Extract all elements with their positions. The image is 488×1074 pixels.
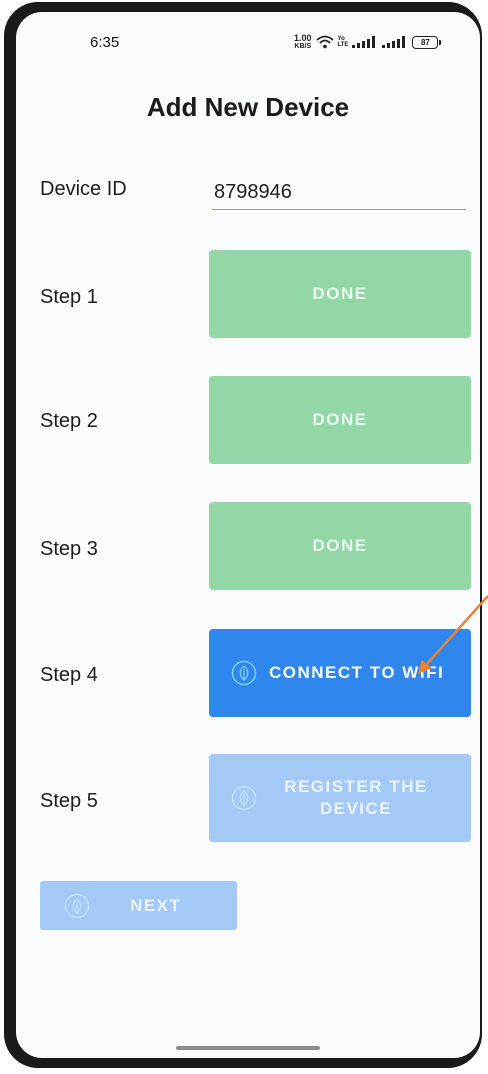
- status-time: 6:35: [90, 34, 120, 51]
- status-icons: 1.00 KB/S Yo LTE 87: [294, 33, 442, 51]
- register-device-label-line2: DEVICE: [319, 799, 393, 818]
- step-1-button-label: DONE: [312, 284, 368, 303]
- register-device-button[interactable]: REGISTER THE DEVICE: [209, 754, 471, 842]
- device-id-label: Device ID: [40, 178, 127, 200]
- network-speed: 1.00 KB/S: [294, 33, 312, 51]
- step-2-label: Step 2: [40, 410, 98, 432]
- step-5-label: Step 5: [40, 790, 98, 812]
- battery-icon: 87: [412, 35, 442, 49]
- volte-bottom: LTE: [337, 42, 349, 48]
- wifi-icon: [315, 35, 334, 49]
- signal-icon-sim1: [352, 36, 376, 48]
- step-2-done-button[interactable]: DONE: [209, 376, 471, 464]
- volte-indicator: Yo LTE: [338, 36, 349, 48]
- network-speed-unit: KB/S: [294, 43, 312, 50]
- connect-to-wifi-button[interactable]: CONNECT TO WIFI: [209, 629, 471, 717]
- home-indicator[interactable]: [176, 1046, 320, 1050]
- signal-icon-sim2: [382, 36, 406, 48]
- step-4-label: Step 4: [40, 664, 98, 686]
- device-id-input[interactable]: [212, 180, 466, 210]
- app-screen: 6:35 1.00 KB/S Yo LTE 87 Add New Device …: [16, 12, 480, 1058]
- register-device-label-line1: REGISTER THE: [284, 777, 428, 796]
- step-2-button-label: DONE: [312, 410, 368, 429]
- step-3-done-button[interactable]: DONE: [209, 502, 471, 590]
- network-speed-value: 1.00: [294, 33, 312, 43]
- leaf-icon: [231, 660, 257, 686]
- step-3-button-label: DONE: [312, 536, 368, 555]
- step-3-label: Step 3: [40, 538, 98, 560]
- page-title: Add New Device: [146, 92, 350, 122]
- connect-to-wifi-label: CONNECT TO WIFI: [269, 663, 445, 682]
- next-button[interactable]: NEXT: [40, 881, 237, 930]
- leaf-icon: [231, 785, 257, 811]
- phone-frame: 6:35 1.00 KB/S Yo LTE 87 Add New Device …: [4, 2, 482, 1068]
- leaf-icon: [64, 893, 90, 918]
- register-device-label: REGISTER THE DEVICE: [269, 776, 471, 820]
- status-bar: 6:35 1.00 KB/S Yo LTE 87: [16, 12, 480, 72]
- next-button-label: NEXT: [130, 895, 182, 915]
- step-1-done-button[interactable]: DONE: [209, 250, 471, 338]
- step-1-label: Step 1: [40, 286, 98, 308]
